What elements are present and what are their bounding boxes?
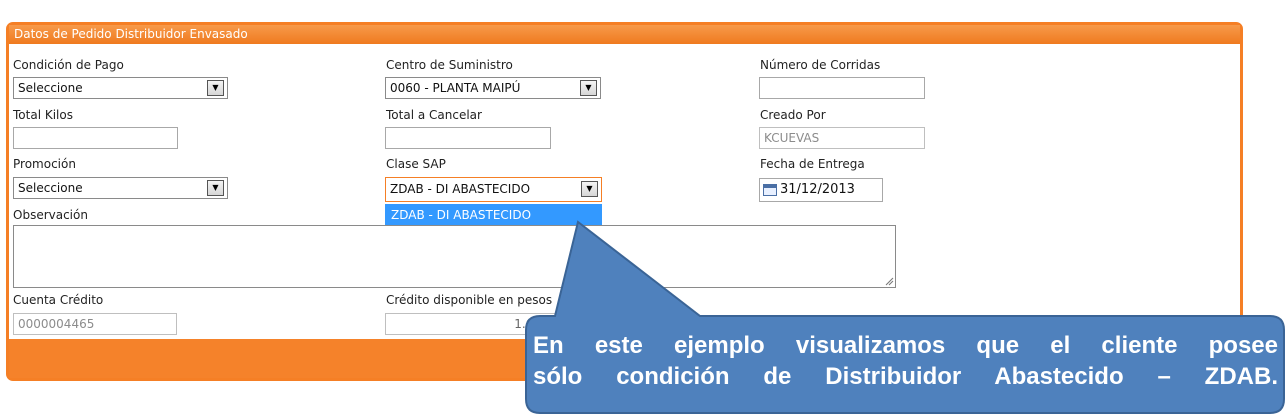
condicion-pago-select[interactable]: Seleccione ▼ [13,77,228,99]
fecha-entrega-label: Fecha de Entrega [760,157,865,171]
chevron-down-icon[interactable]: ▼ [580,80,597,96]
fecha-entrega-field[interactable]: 31/12/2013 [759,178,883,202]
calendar-icon[interactable] [763,184,777,196]
credito-disponible-label: Crédito disponible en pesos [386,293,553,307]
condicion-pago-value: Seleccione [18,81,83,95]
centro-suministro-label: Centro de Suministro [386,58,513,72]
chevron-down-icon[interactable]: ▼ [581,181,598,197]
centro-suministro-value: 0060 - PLANTA MAIPÚ [390,81,521,95]
cuenta-credito-label: Cuenta Crédito [13,293,104,307]
clase-sap-option[interactable]: ZDAB - DI ABASTECIDO [385,204,602,226]
promocion-select[interactable]: Seleccione ▼ [13,177,228,199]
resize-handle-icon[interactable] [885,277,894,286]
numero-corridas-label: Número de Corridas [760,58,881,72]
promocion-label: Promoción [13,157,76,171]
cuenta-credito-field: 0000004465 [13,313,177,335]
total-cancelar-label: Total a Cancelar [386,108,482,122]
callout-line-1: En este ejemplo visualizamos que el clie… [533,332,1278,359]
fecha-entrega-value: 31/12/2013 [780,182,855,197]
creado-por-label: Creado Por [760,108,826,122]
order-panel: Datos de Pedido Distribuidor Envasado [6,22,1243,381]
observacion-label: Observación [13,208,88,222]
creado-por-field: KCUEVAS [759,127,925,149]
panel-title: Datos de Pedido Distribuidor Envasado [9,25,1240,44]
total-cancelar-input[interactable] [385,127,551,149]
condicion-pago-label: Condición de Pago [13,58,124,72]
centro-suministro-select[interactable]: 0060 - PLANTA MAIPÚ ▼ [385,77,601,99]
callout-text: En este ejemplo visualizamos que el clie… [533,330,1278,392]
clase-sap-value: ZDAB - DI ABASTECIDO [390,182,531,196]
clase-sap-label: Clase SAP [386,157,446,171]
total-kilos-label: Total Kilos [13,108,73,122]
promocion-value: Seleccione [18,181,83,195]
callout-line-2: sólo condición de Distribuidor Abastecid… [533,363,1278,390]
observacion-textarea[interactable] [13,225,896,288]
clase-sap-select[interactable]: ZDAB - DI ABASTECIDO ▼ [385,177,602,202]
chevron-down-icon[interactable]: ▼ [207,180,224,196]
total-kilos-input[interactable] [13,127,178,149]
numero-corridas-input[interactable] [759,77,925,99]
chevron-down-icon[interactable]: ▼ [207,80,224,96]
